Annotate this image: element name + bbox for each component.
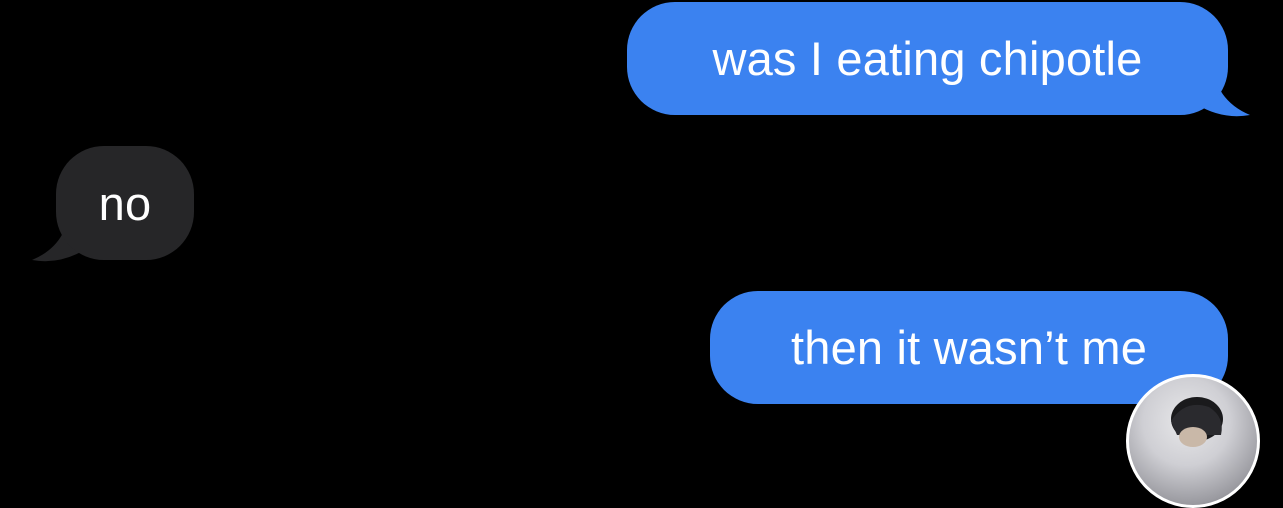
- message-thread: was I eating chipotle no then it wasn’t …: [0, 0, 1283, 508]
- message-text: was I eating chipotle: [712, 32, 1143, 85]
- sent-message-bubble[interactable]: then it wasn’t me: [710, 291, 1228, 404]
- avatar-icon: [1171, 397, 1223, 447]
- contact-avatar[interactable]: [1126, 374, 1260, 508]
- message-text: no: [98, 176, 152, 230]
- received-message-bubble[interactable]: no: [56, 146, 194, 260]
- sent-message-bubble[interactable]: was I eating chipotle: [627, 2, 1228, 115]
- message-text: then it wasn’t me: [790, 321, 1148, 374]
